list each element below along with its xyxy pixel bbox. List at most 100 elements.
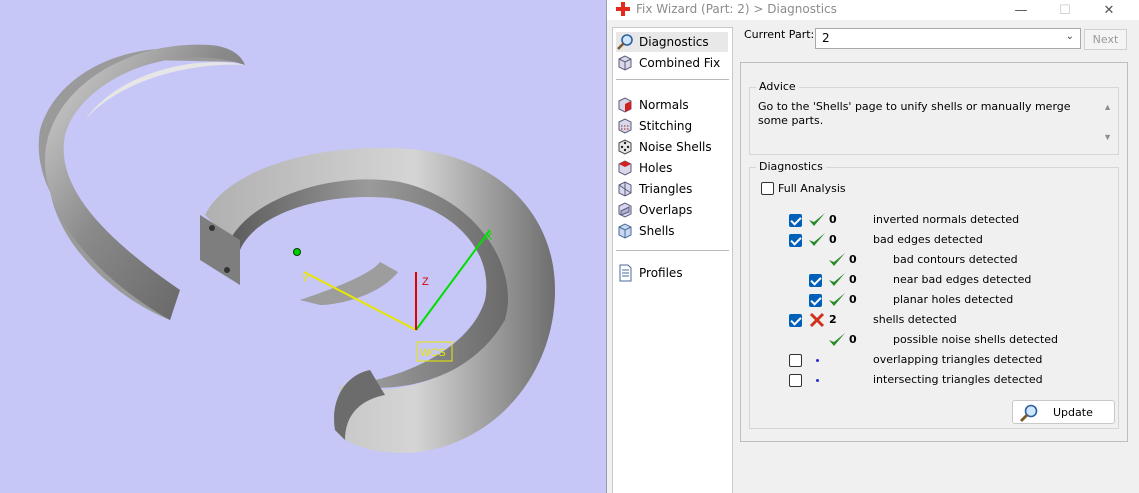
title-bar: Fix Wizard (Part: 2) > Diagnostics — ☐ ✕ <box>607 0 1139 20</box>
full-analysis-checkbox[interactable]: Full Analysis <box>761 182 846 195</box>
red-cube-icon <box>618 97 632 113</box>
green-check-icon <box>829 293 845 306</box>
diagnostic-row: 0 possible noise shells detected <box>750 330 1110 350</box>
minimize-button[interactable]: — <box>999 0 1043 20</box>
nav-label: Triangles <box>639 182 693 196</box>
full-analysis-box[interactable] <box>761 182 774 195</box>
shells-icon <box>618 223 632 239</box>
maximize-button[interactable]: ☐ <box>1043 0 1087 20</box>
nav-item-triangles[interactable]: Triangles <box>616 179 728 199</box>
nav-item-stitching[interactable]: Stitching <box>616 116 728 136</box>
fix-wizard-window: Fix Wizard (Part: 2) > Diagnostics — ☐ ✕… <box>606 0 1139 493</box>
nav-label: Shells <box>639 224 675 238</box>
diagnostic-row: 0 planar holes detected <box>750 290 1110 310</box>
diagnostic-label: possible noise shells detected <box>893 333 1059 346</box>
diagnostic-row: 2 shells detected <box>750 310 1110 330</box>
nav-label: Normals <box>639 98 689 112</box>
green-check-icon <box>829 273 845 286</box>
magnifier-icon <box>617 34 633 50</box>
nav-label: Overlaps <box>639 203 693 217</box>
scroll-down-icon[interactable]: ▼ <box>1103 132 1112 142</box>
diagnostic-checkbox[interactable] <box>789 234 802 247</box>
chevron-down-icon: ⌄ <box>1065 31 1074 42</box>
diagnostic-label: planar holes detected <box>893 293 1014 306</box>
y-axis-label: Y <box>302 273 310 285</box>
red-cross-icon <box>616 2 630 16</box>
diagnostic-row: 0 bad edges detected <box>750 230 1110 250</box>
update-button[interactable]: Update <box>1012 400 1115 424</box>
nav-item-diagnostics[interactable]: Diagnostics <box>616 32 728 52</box>
wizard-nav: Diagnostics Combined Fix Normals Stitchi… <box>612 27 733 493</box>
scroll-up-icon[interactable]: ▲ <box>1103 102 1112 112</box>
green-check-icon <box>809 213 825 226</box>
diagnostic-row: intersecting triangles detected <box>750 370 1110 390</box>
nav-label: Stitching <box>639 119 693 133</box>
green-check-icon <box>829 333 845 346</box>
nav-item-noise-shells[interactable]: Noise Shells <box>616 137 728 157</box>
nav-item-holes[interactable]: Holes <box>616 158 728 178</box>
current-part-value: 2 <box>822 31 830 45</box>
pivot-point <box>293 248 301 256</box>
full-analysis-label: Full Analysis <box>778 182 846 195</box>
diagnostic-checkbox[interactable] <box>809 294 822 307</box>
next-button[interactable]: Next <box>1084 29 1127 50</box>
nav-item-combined-fix[interactable]: Combined Fix <box>616 53 728 73</box>
current-part-label: Current Part: <box>744 28 815 41</box>
diagnostic-count: 0 <box>829 213 837 226</box>
current-part-select[interactable]: 2 ⌄ <box>815 28 1081 49</box>
diagnostic-label: bad edges detected <box>873 233 983 246</box>
nav-item-shells[interactable]: Shells <box>616 221 728 241</box>
diagnostic-checkbox[interactable] <box>809 274 822 287</box>
z-axis-label: Z <box>422 276 429 288</box>
update-label: Update <box>1053 406 1093 419</box>
window-title: Fix Wizard (Part: 2) > Diagnostics <box>636 2 837 16</box>
nav-item-profiles[interactable]: Profiles <box>616 263 728 283</box>
nav-item-normals[interactable]: Normals <box>616 95 728 115</box>
diagnostics-group: Diagnostics Full Analysis 0 inverted norm… <box>749 160 1119 429</box>
triangle-cube-icon <box>618 181 632 197</box>
diagnostic-label: intersecting triangles detected <box>873 373 1043 386</box>
nav-label: Diagnostics <box>639 35 709 49</box>
diagnostic-count: 0 <box>849 253 857 266</box>
diagnostic-checkbox[interactable] <box>789 374 802 387</box>
diagnostics-panel: Advice Go to the 'Shells' page to unify … <box>740 62 1128 442</box>
document-icon <box>619 264 632 282</box>
green-check-icon <box>829 253 845 266</box>
3d-viewport[interactable]: X Y Z WCS <box>0 0 606 493</box>
nav-label: Combined Fix <box>639 56 721 70</box>
diagnostic-count: 2 <box>829 313 837 326</box>
diagnostic-label: bad contours detected <box>893 253 1018 266</box>
nav-label: Noise Shells <box>639 140 712 154</box>
cube-icon <box>618 55 632 71</box>
diagnostic-checkbox[interactable] <box>789 214 802 227</box>
status-dot <box>816 359 819 362</box>
advice-title: Advice <box>756 80 799 93</box>
diagnostic-row: 0 inverted normals detected <box>750 210 1110 230</box>
dice-icon <box>618 139 632 155</box>
stitched-cube-icon <box>618 118 632 134</box>
diagnostic-count: 0 <box>849 293 857 306</box>
advice-group: Advice Go to the 'Shells' page to unify … <box>749 80 1119 155</box>
nav-item-overlaps[interactable]: Overlaps <box>616 200 728 220</box>
nav-separator <box>616 79 729 80</box>
tail-piece <box>300 262 398 305</box>
diagnostic-count: 0 <box>849 273 857 286</box>
overlap-cube-icon <box>618 202 632 218</box>
diagnostic-count: 0 <box>829 233 837 246</box>
nav-label: Holes <box>639 161 673 175</box>
diagnostic-checkbox[interactable] <box>789 354 802 367</box>
diagnostic-label: near bad edges detected <box>893 273 1032 286</box>
nav-separator <box>616 250 729 251</box>
green-check-icon <box>809 233 825 246</box>
diagnostic-row: 0 bad contours detected <box>750 250 1110 270</box>
x-axis-label: X <box>485 231 493 243</box>
close-button[interactable]: ✕ <box>1087 0 1131 20</box>
nav-label: Profiles <box>639 266 683 280</box>
diagnostic-label: inverted normals detected <box>873 213 1020 226</box>
diagnostic-checkbox[interactable] <box>789 314 802 327</box>
diagnostic-label: overlapping triangles detected <box>873 353 1043 366</box>
holed-cube-icon <box>618 160 632 176</box>
red-x-icon <box>809 312 825 328</box>
diagnostic-label: shells detected <box>873 313 957 326</box>
diagnostics-title: Diagnostics <box>756 160 826 173</box>
